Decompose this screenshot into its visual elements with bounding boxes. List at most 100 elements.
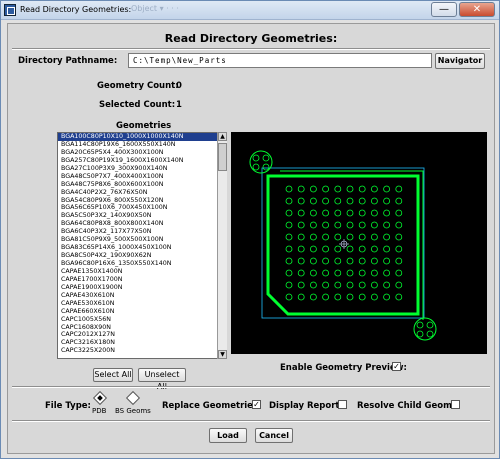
- bga-pad: [358, 233, 366, 241]
- list-item[interactable]: BGA5C50P3X2_140X90X50N: [58, 212, 226, 220]
- enable-preview-checkbox[interactable]: ✓: [392, 362, 401, 371]
- bga-pad: [322, 233, 329, 241]
- list-item[interactable]: BGA48C75P8X6_800X600X100N: [58, 181, 226, 189]
- bga-pad: [395, 281, 403, 289]
- replace-geometries-checkbox[interactable]: ✓: [252, 400, 261, 409]
- file-type-pdb-radio[interactable]: [92, 390, 108, 406]
- list-item[interactable]: CAPAE1900X1900N: [58, 284, 226, 292]
- list-item[interactable]: BGA27C100P3X9_300X900X140N: [58, 165, 226, 173]
- bga-pad: [346, 257, 354, 265]
- bga-pad: [346, 185, 354, 193]
- list-item[interactable]: CAPC1608X90N: [58, 324, 226, 332]
- scroll-up-icon[interactable]: ▲: [218, 132, 227, 141]
- navigator-button[interactable]: Navigator: [435, 53, 485, 69]
- list-item[interactable]: BGA257C80P19X19_1600X1600X140N: [58, 157, 226, 165]
- list-item[interactable]: BGA96C80P16X6_1350X550X140N: [58, 260, 226, 268]
- geometries-list[interactable]: BGA100C80P10X10_1000X1000X140N BGA114C80P…: [57, 132, 227, 359]
- bga-pad: [370, 233, 378, 241]
- background-tabs: Object ▾ · · ·: [131, 4, 179, 13]
- cancel-button[interactable]: Cancel: [255, 428, 293, 443]
- unselect-all-button[interactable]: Unselect All: [138, 368, 186, 391]
- bga-pad: [358, 257, 366, 265]
- load-button[interactable]: Load: [209, 428, 247, 443]
- bga-pad: [297, 197, 305, 205]
- bga-pad: [370, 293, 378, 301]
- list-item[interactable]: CAPC1005X56N: [58, 316, 226, 324]
- bga-pad: [285, 209, 293, 217]
- bga-pad: [383, 197, 391, 205]
- display-report-checkbox[interactable]: [338, 400, 347, 409]
- bga-pad: [310, 257, 317, 265]
- bga-pad: [395, 209, 403, 217]
- bga-pad: [334, 197, 342, 205]
- bga-pad: [383, 209, 391, 217]
- minimize-button[interactable]: —: [431, 2, 457, 17]
- resolve-child-label: Resolve Child Geoms:: [357, 401, 461, 411]
- list-scrollbar[interactable]: ▲ ▼: [217, 132, 227, 359]
- list-item[interactable]: BGA54C80P9X6_800X550X120N: [58, 197, 226, 205]
- bga-pad: [358, 245, 366, 253]
- geometries-label: Geometries: [116, 121, 172, 131]
- list-item[interactable]: BGA83C65P14X6_1000X450X100N: [58, 244, 226, 252]
- list-item[interactable]: BGA64C80P8X8_800X800X140N: [58, 220, 226, 228]
- close-button[interactable]: ✕: [459, 2, 495, 17]
- list-item[interactable]: CAPAE430X610N: [58, 292, 226, 300]
- bga-pad: [346, 221, 354, 229]
- bga-pad: [322, 185, 329, 193]
- file-type-bs-radio[interactable]: [125, 390, 141, 406]
- list-item[interactable]: CAPAE530X610N: [58, 300, 226, 308]
- bga-pad: [346, 245, 354, 253]
- list-item[interactable]: BGA6C40P3X2_117X77X50N: [58, 228, 226, 236]
- bga-pad: [370, 269, 378, 277]
- bga-pad: [334, 185, 342, 193]
- list-item[interactable]: CAPC3216X180N: [58, 339, 226, 347]
- pathname-input[interactable]: C:\Temp\New_Parts: [128, 53, 432, 68]
- list-item[interactable]: BGA20C65P5X4_400X300X100N: [58, 149, 226, 157]
- bga-pad: [297, 209, 305, 217]
- select-all-button[interactable]: Select All: [93, 368, 133, 382]
- list-item[interactable]: BGA81C50P9X9_500X500X100N: [58, 236, 226, 244]
- bga-pad: [358, 221, 366, 229]
- bga-pad: [322, 221, 329, 229]
- list-item[interactable]: CAPC2012X127N: [58, 331, 226, 339]
- bga-pad: [297, 293, 305, 301]
- list-item[interactable]: CAPAE660X610N: [58, 308, 226, 316]
- bga-pad: [310, 293, 317, 301]
- bga-pad: [358, 197, 366, 205]
- bga-pad: [395, 269, 403, 277]
- selected-count-label: Selected Count:: [99, 100, 176, 110]
- enable-preview-label: Enable Geometry Preview:: [280, 363, 407, 373]
- scroll-down-icon[interactable]: ▼: [218, 350, 227, 359]
- title-bar[interactable]: Read Directory Geometries: Object ▾ · · …: [1, 1, 499, 20]
- file-type-bs-label: BS Geoms: [115, 407, 151, 415]
- resolve-child-checkbox[interactable]: [451, 400, 460, 409]
- geometry-count-label: Geometry Count:: [97, 81, 179, 91]
- bga-pad: [346, 269, 354, 277]
- dialog-heading: Read Directory Geometries:: [164, 32, 338, 45]
- list-item[interactable]: BGA48C50P7X7_400X400X100N: [58, 173, 226, 181]
- list-item[interactable]: BGA114C80P19X6_1600X550X140N: [58, 141, 226, 149]
- list-item[interactable]: BGA8C50P4X2_190X90X62N: [58, 252, 226, 260]
- list-item[interactable]: BGA56C65P10X6_700X450X100N: [58, 204, 226, 212]
- bga-pad: [297, 185, 305, 193]
- bga-pad: [383, 293, 391, 301]
- separator-bottom: [12, 420, 490, 422]
- silkscreen-outline: [266, 174, 420, 316]
- list-item[interactable]: CAPAE1350X1400N: [58, 268, 226, 276]
- bga-pad: [334, 281, 342, 289]
- list-item[interactable]: BGA4C40P2X2_76X76X50N: [58, 189, 226, 197]
- bga-pad: [383, 257, 391, 265]
- window-title: Read Directory Geometries:: [20, 5, 132, 14]
- bga-pad: [285, 233, 293, 241]
- scroll-thumb[interactable]: [218, 143, 227, 171]
- list-item[interactable]: BGA100C80P10X10_1000X1000X140N: [58, 133, 226, 141]
- bga-pad: [334, 257, 342, 265]
- bga-pad: [322, 269, 329, 277]
- bga-pad: [370, 245, 378, 253]
- bga-pad: [383, 281, 391, 289]
- list-item[interactable]: CAPC3225X200N: [58, 347, 226, 355]
- bga-pad: [285, 281, 293, 289]
- list-item[interactable]: CAPAE1700X1700N: [58, 276, 226, 284]
- geometry-count-value: 0: [176, 81, 182, 91]
- bga-pad: [370, 185, 378, 193]
